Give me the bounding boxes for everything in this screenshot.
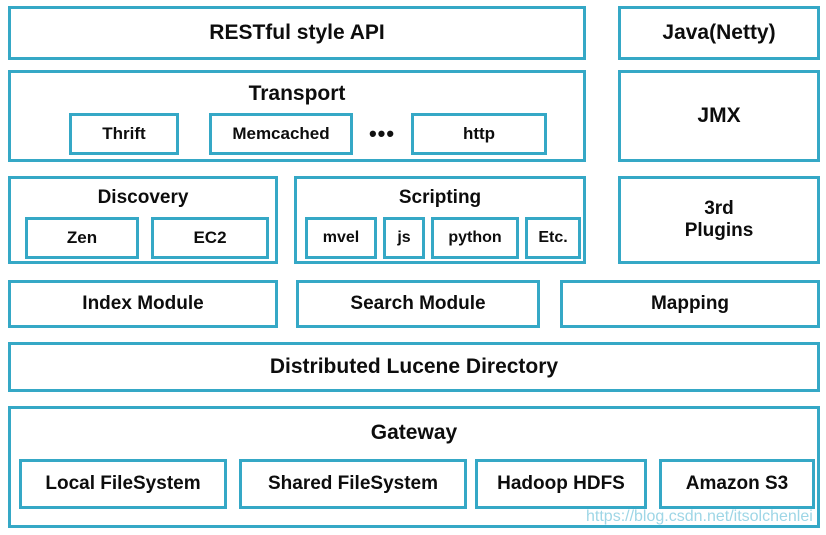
architecture-diagram: RESTful style API Java(Netty) Transport … (0, 0, 826, 535)
scripting-item-mvel: mvel (305, 217, 377, 259)
third-party-plugins-box: 3rd Plugins (618, 176, 820, 264)
discovery-item-ec2: EC2 (151, 217, 269, 259)
jmx-box: JMX (618, 70, 820, 162)
scripting-group-title: Scripting (398, 187, 482, 208)
discovery-group-title: Discovery (97, 187, 189, 208)
scripting-item-js: js (383, 217, 425, 259)
transport-layer-group: Transport Thrift Memcached ••• http (8, 70, 586, 162)
distributed-lucene-directory-box: Distributed Lucene Directory (8, 342, 820, 392)
scripting-item-etc: Etc. (525, 217, 581, 259)
gateway-item-local-filesystem: Local FileSystem (19, 459, 227, 509)
java-netty-box: Java(Netty) (618, 6, 820, 60)
gateway-group: Gateway Local FileSystem Shared FileSyst… (8, 406, 820, 528)
gateway-item-shared-filesystem: Shared FileSystem (239, 459, 467, 509)
plugins-label-line1: 3rd (704, 198, 734, 220)
transport-group-title: Transport (248, 82, 346, 105)
plugins-label-line2: Plugins (684, 220, 754, 241)
discovery-item-zen: Zen (25, 217, 139, 259)
mapping-box: Mapping (560, 280, 820, 328)
scripting-group: Scripting mvel js python Etc. (294, 176, 586, 264)
gateway-item-amazon-s3: Amazon S3 (659, 459, 815, 509)
discovery-group: Discovery Zen EC2 (8, 176, 278, 264)
transport-item-http: http (411, 113, 547, 155)
gateway-group-title: Gateway (370, 421, 458, 444)
rest-api-layer-box: RESTful style API (8, 6, 586, 60)
index-module-box: Index Module (8, 280, 278, 328)
transport-item-memcached: Memcached (209, 113, 353, 155)
gateway-item-hadoop-hdfs: Hadoop HDFS (475, 459, 647, 509)
search-module-box: Search Module (296, 280, 540, 328)
transport-ellipsis-icon: ••• (368, 121, 396, 147)
transport-item-thrift: Thrift (69, 113, 179, 155)
scripting-item-python: python (431, 217, 519, 259)
